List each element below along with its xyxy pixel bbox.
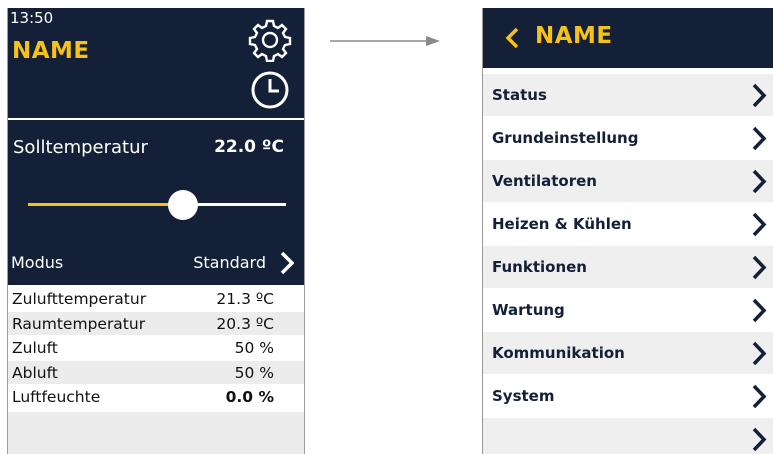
menu-item[interactable]: System xyxy=(483,375,773,418)
reading-label: Zulufttemperatur xyxy=(12,290,147,308)
device-name: NAME xyxy=(12,38,90,64)
chevron-right-icon xyxy=(752,126,767,151)
reading-label: Raumtemperatur xyxy=(12,314,146,333)
reading-value: 50 % xyxy=(234,339,274,357)
chevron-right-icon xyxy=(752,384,767,409)
reading-row: Zulufttemperatur 21.3 ºC xyxy=(8,287,304,312)
menu-screen: NAME Status Grundeinstellung Ventilatoren H… xyxy=(482,8,773,454)
menu-item-label: Ventilatoren xyxy=(492,172,597,190)
mode-label: Modus xyxy=(11,253,64,272)
chevron-right-icon xyxy=(752,298,767,323)
setpoint-slider[interactable] xyxy=(28,190,286,220)
list-filler xyxy=(8,412,304,454)
menu-item[interactable] xyxy=(483,418,773,454)
arrow-right-icon xyxy=(330,36,440,46)
menu-item-label: Kommunikation xyxy=(492,344,625,362)
clock-time: 13:50 xyxy=(10,9,54,27)
chevron-right-icon xyxy=(752,169,767,194)
reading-label: Zuluft xyxy=(12,339,58,357)
chevron-right-icon xyxy=(280,251,294,275)
menu-item-label: Wartung xyxy=(492,301,565,319)
menu-item-label: System xyxy=(492,387,555,405)
settings-menu: Status Grundeinstellung Ventilatoren Heizen… xyxy=(483,74,773,454)
gear-icon[interactable] xyxy=(248,18,292,62)
menu-item[interactable]: Grundeinstellung xyxy=(483,117,773,160)
setpoint-label: Solltemperatur xyxy=(13,137,148,158)
menu-item[interactable]: Kommunikation xyxy=(483,332,773,375)
menu-item[interactable]: Heizen & Kühlen xyxy=(483,203,773,246)
slider-track-filled xyxy=(28,203,183,206)
menu-item-label: Heizen & Kühlen xyxy=(492,215,632,233)
setpoint-value: 22.0 ºC xyxy=(214,137,284,157)
menu-header[interactable]: NAME xyxy=(483,8,773,68)
clock-icon[interactable] xyxy=(250,70,290,110)
menu-title: NAME xyxy=(535,23,613,49)
chevron-right-icon xyxy=(752,255,767,280)
reading-row: Luftfeuchte 0.0 % xyxy=(8,385,304,410)
reading-row: Abluft 50 % xyxy=(8,360,304,385)
reading-row: Raumtemperatur 20.3 ºC xyxy=(8,311,304,336)
reading-value: 50 % xyxy=(234,363,274,382)
menu-item[interactable]: Ventilatoren xyxy=(483,160,773,203)
reading-value: 0.0 % xyxy=(225,388,274,406)
chevron-right-icon xyxy=(752,341,767,366)
readings-list: Zulufttemperatur 21.3 ºC Raumtemperatur 20.… xyxy=(8,287,304,410)
home-header: 13:50 NAME xyxy=(8,8,304,118)
menu-item-label: Grundeinstellung xyxy=(492,129,639,147)
reading-label: Abluft xyxy=(12,363,58,382)
menu-item[interactable]: Status xyxy=(483,74,773,117)
menu-item-label: Status xyxy=(492,86,547,104)
reading-row: Zuluft 50 % xyxy=(8,336,304,361)
home-screen: 13:50 NAME Solltemperatur 22.0 ºC Modus … xyxy=(7,8,305,454)
mode-value: Standard xyxy=(193,253,266,272)
chevron-left-icon[interactable] xyxy=(505,27,519,49)
reading-value: 20.3 ºC xyxy=(216,314,274,333)
menu-item-label: Funktionen xyxy=(492,258,587,276)
menu-item[interactable]: Funktionen xyxy=(483,246,773,289)
mode-row[interactable]: Modus Standard xyxy=(8,241,304,285)
slider-track-empty xyxy=(183,203,286,206)
chevron-right-icon xyxy=(752,212,767,237)
reading-value: 21.3 ºC xyxy=(216,290,274,308)
slider-thumb[interactable] xyxy=(168,190,198,220)
reading-label: Luftfeuchte xyxy=(12,388,101,406)
chevron-right-icon xyxy=(752,427,767,452)
chevron-right-icon xyxy=(752,83,767,108)
setpoint-block: Solltemperatur 22.0 ºC xyxy=(8,120,304,250)
menu-item[interactable]: Wartung xyxy=(483,289,773,332)
